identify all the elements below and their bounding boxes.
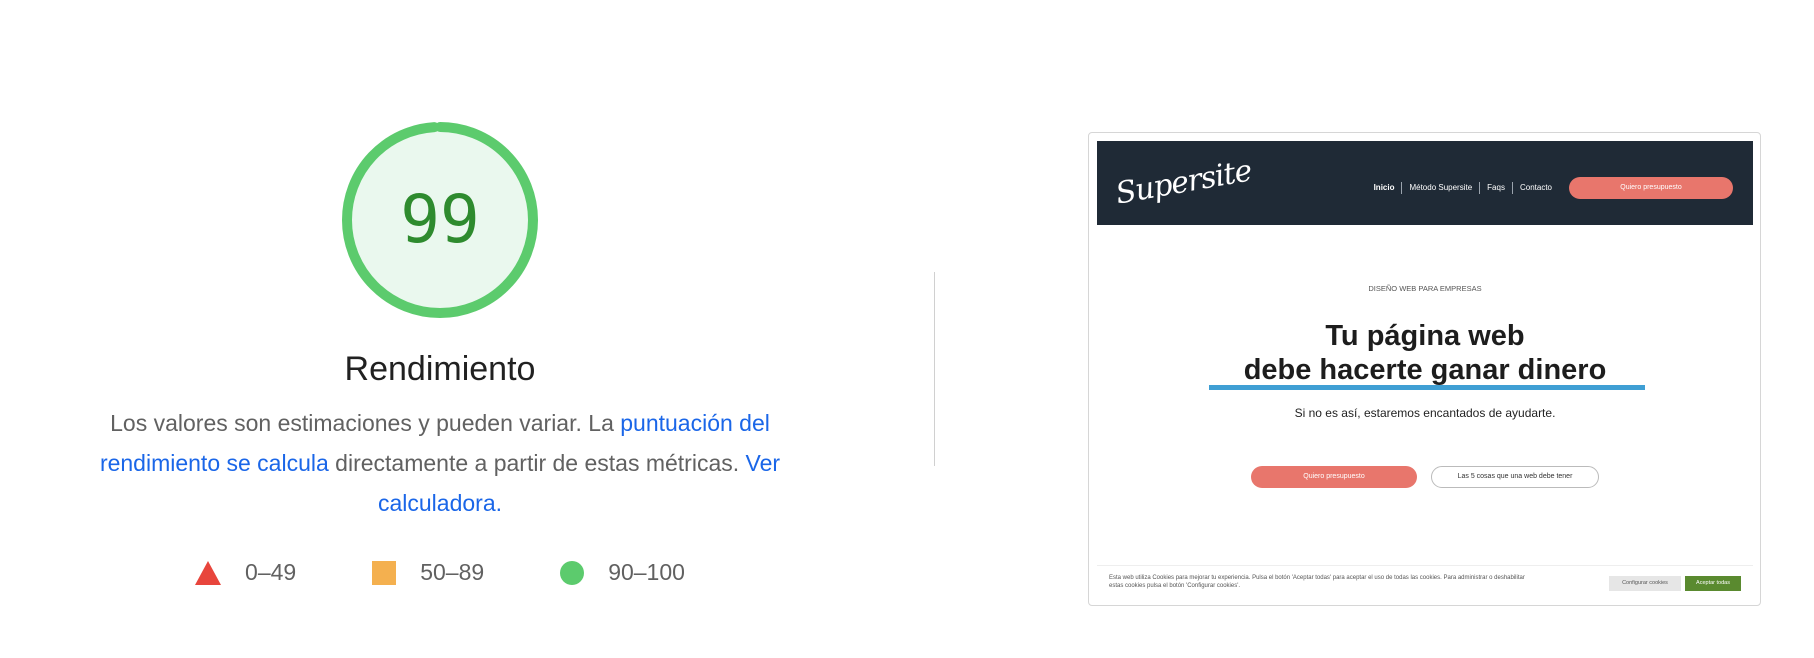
score-gauge: 99 <box>340 120 540 320</box>
headline-line-2: debe hacerte ganar dinero <box>1243 354 1607 386</box>
site-nav: Inicio Método Supersite Faqs Contacto Qu… <box>1367 177 1733 199</box>
site-logo: Supersite <box>1113 153 1254 212</box>
site-eyebrow: DISEÑO WEB PARA EMPRESAS <box>1368 284 1482 293</box>
page-screenshot-thumbnail: Supersite Inicio Método Supersite Faqs C… <box>1088 132 1761 606</box>
vertical-divider <box>934 272 935 466</box>
performance-score-section: 99 Rendimiento Los valores son estimacio… <box>60 120 820 586</box>
nav-cta-button: Quiero presupuesto <box>1569 177 1733 199</box>
site-buttons: Quiero presupuesto Las 5 cosas que una w… <box>1097 466 1753 488</box>
legend-item-fail: 0–49 <box>195 559 296 586</box>
screenshot-content: Supersite Inicio Método Supersite Faqs C… <box>1097 141 1753 599</box>
site-subheadline: Si no es así, estaremos encantados de ay… <box>1294 406 1556 420</box>
description-text-2: directamente a partir de estas métricas. <box>328 450 746 476</box>
score-value: 99 <box>400 181 480 258</box>
score-description: Los valores son estimaciones y pueden va… <box>70 403 810 523</box>
circle-icon <box>560 560 585 585</box>
cookie-banner: Esta web utiliza Cookies para mejorar tu… <box>1097 565 1753 599</box>
site-headline: Tu página web debe hacerte ganar dinero <box>1097 319 1753 387</box>
legend-item-pass: 90–100 <box>560 559 685 586</box>
site-primary-button: Quiero presupuesto <box>1251 466 1417 488</box>
cookie-accept-button: Aceptar todas <box>1685 576 1741 591</box>
nav-item-contacto: Contacto <box>1511 182 1559 194</box>
legend-label: 50–89 <box>420 559 485 585</box>
cookie-text: Esta web utiliza Cookies para mejorar tu… <box>1109 575 1525 589</box>
site-header: Supersite Inicio Método Supersite Faqs C… <box>1097 141 1753 225</box>
score-title: Rendimiento <box>344 350 536 388</box>
legend-item-average: 50–89 <box>372 559 484 586</box>
site-secondary-button: Las 5 cosas que una web debe tener <box>1431 466 1599 488</box>
legend-label: 0–49 <box>245 559 297 585</box>
legend-label: 90–100 <box>608 559 685 585</box>
nav-item-metodo: Método Supersite <box>1401 182 1479 194</box>
description-text-1: Los valores son estimaciones y pueden va… <box>110 410 621 436</box>
triangle-icon <box>195 560 222 585</box>
headline-underline <box>1209 385 1645 390</box>
square-icon <box>372 560 397 585</box>
nav-item-faqs: Faqs <box>1479 182 1512 194</box>
headline-line-1: Tu página web <box>1325 320 1525 352</box>
cookie-config-button: Configurar cookies <box>1609 576 1681 591</box>
score-legend: 0–49 50–89 90–100 <box>60 559 820 586</box>
nav-item-inicio: Inicio <box>1373 183 1395 192</box>
